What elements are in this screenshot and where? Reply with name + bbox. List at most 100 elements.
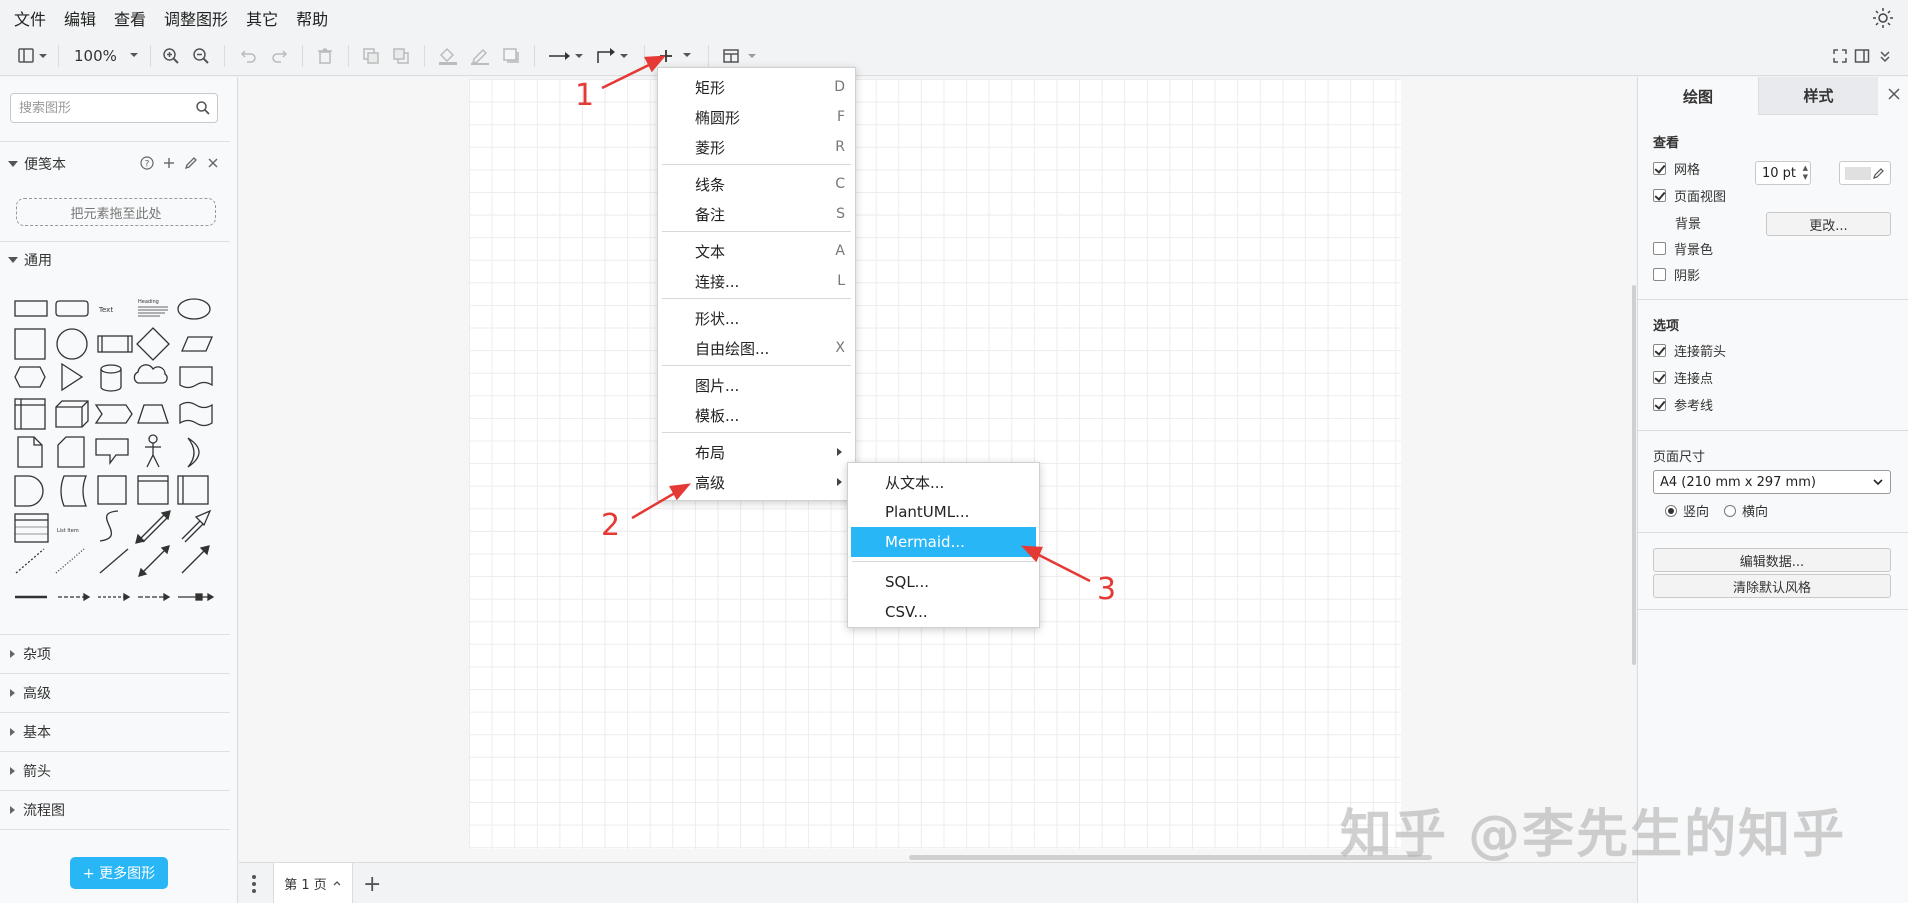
submenu-item-plantuml[interactable]: PlantUML... (848, 497, 1039, 527)
shape-window[interactable] (137, 475, 169, 505)
menu-extras[interactable]: 其它 (246, 6, 278, 30)
shape-list[interactable] (14, 513, 49, 543)
shape-internal-storage[interactable] (14, 398, 46, 430)
shape-process[interactable] (97, 335, 133, 353)
line-color-button[interactable] (470, 44, 490, 68)
menu-help[interactable]: 帮助 (296, 6, 328, 30)
shape-stored-data[interactable] (60, 475, 87, 507)
page-view-checkbox[interactable] (1653, 189, 1666, 202)
delete-button[interactable] (316, 44, 334, 68)
add-page-button[interactable]: + (363, 872, 381, 897)
grid-checkbox[interactable] (1653, 162, 1666, 175)
shape-tape[interactable] (179, 401, 213, 427)
guides-option[interactable]: 参考线 (1653, 395, 1713, 414)
connection-arrows-checkbox[interactable] (1653, 344, 1666, 357)
section-misc[interactable]: 杂项 (0, 639, 230, 669)
submenu-item-csv[interactable]: CSV... (848, 597, 1039, 627)
shape-document[interactable] (179, 366, 213, 389)
submenu-item-mermaid[interactable]: Mermaid... (851, 527, 1036, 557)
shape-association[interactable] (178, 592, 215, 602)
waypoints-button[interactable] (596, 44, 634, 68)
panel-toggle-button[interactable] (18, 44, 48, 68)
search-input[interactable] (11, 94, 187, 122)
undo-button[interactable] (240, 44, 258, 68)
section-flowchart[interactable]: 流程图 (0, 795, 230, 825)
fullscreen-button[interactable] (1832, 44, 1848, 68)
tab-diagram[interactable]: 绘图 (1638, 77, 1758, 115)
connection-points-checkbox[interactable] (1653, 371, 1666, 384)
zoom-out-button[interactable] (192, 44, 210, 68)
bg-color-checkbox[interactable] (1653, 242, 1666, 255)
shape-dashed-line[interactable] (15, 548, 45, 574)
shape-callout[interactable] (95, 438, 129, 465)
shape-cloud[interactable] (133, 364, 168, 384)
table-button[interactable] (722, 44, 762, 68)
bg-color-option[interactable]: 背景色 (1653, 239, 1713, 258)
shape-square[interactable] (14, 328, 46, 360)
shape-diamond[interactable] (136, 327, 170, 361)
menu-item-advanced[interactable]: 高级 (658, 467, 855, 497)
chevron-up-icon[interactable] (332, 879, 342, 887)
menu-item-line[interactable]: 线条 C (658, 169, 855, 199)
landscape-radio[interactable] (1724, 504, 1736, 517)
grid-option[interactable]: 网格 (1653, 159, 1700, 178)
menu-edit[interactable]: 编辑 (64, 6, 96, 30)
portrait-option[interactable]: 竖向 (1665, 501, 1709, 520)
shape-dashed-arrow[interactable] (98, 592, 131, 602)
shape-list-item[interactable]: List Item (57, 528, 79, 534)
shadow-checkbox[interactable] (1653, 268, 1666, 281)
tab-style[interactable]: 样式 (1758, 77, 1878, 115)
redo-button[interactable] (270, 44, 288, 68)
page-tab-1[interactable]: 第 1 页 (273, 863, 353, 903)
insert-button[interactable] (658, 44, 696, 68)
menu-item-image[interactable]: 图片... (658, 370, 855, 400)
shape-dotted-line[interactable] (55, 548, 85, 574)
page-view-option[interactable]: 页面视图 (1653, 186, 1726, 205)
shape-curve[interactable] (99, 510, 119, 542)
shape-ellipse[interactable] (177, 298, 211, 320)
menu-item-note[interactable]: 备注 S (658, 199, 855, 229)
edit-data-button[interactable]: 编辑数据... (1653, 548, 1891, 572)
grid-color-picker[interactable] (1839, 161, 1891, 185)
section-basic[interactable]: 基本 (0, 717, 230, 747)
menu-item-link[interactable]: 连接... L (658, 266, 855, 296)
shape-link-arrow[interactable] (58, 592, 91, 602)
change-background-button[interactable]: 更改... (1766, 212, 1891, 236)
menu-item-template[interactable]: 模板... (658, 400, 855, 430)
shape-cylinder[interactable] (100, 364, 122, 392)
sun-icon[interactable] (1872, 7, 1894, 29)
shape-actor[interactable] (145, 434, 161, 468)
menu-item-freehand[interactable]: 自由绘图... X (658, 333, 855, 363)
shape-side-panel[interactable] (177, 475, 209, 505)
submenu-item-sql[interactable]: SQL... (848, 567, 1039, 597)
section-advanced[interactable]: 高级 (0, 678, 230, 708)
connection-arrows-option[interactable]: 连接箭头 (1653, 341, 1726, 360)
to-back-button[interactable] (392, 44, 410, 68)
shape-text[interactable]: Text (98, 306, 113, 314)
shape-note[interactable] (17, 436, 43, 468)
shadow-option[interactable]: 阴影 (1653, 265, 1700, 284)
shape-card[interactable] (57, 436, 85, 468)
guides-checkbox[interactable] (1653, 398, 1666, 411)
to-front-button[interactable] (362, 44, 380, 68)
shape-trapezoid[interactable] (137, 404, 169, 424)
shape-step[interactable] (94, 404, 133, 424)
shape-bidirectional-arrow[interactable] (135, 510, 171, 544)
clear-default-style-button[interactable]: 清除默认风格 (1653, 574, 1891, 598)
edit-icon[interactable] (184, 156, 198, 170)
shape-rectangle[interactable] (14, 300, 48, 317)
menu-item-layout[interactable]: 布局 (658, 437, 855, 467)
menu-arrange[interactable]: 调整图形 (164, 6, 228, 30)
format-panel-button[interactable] (1854, 44, 1870, 68)
shape-arrow[interactable] (181, 509, 212, 543)
shape-triangle[interactable] (61, 362, 84, 392)
menu-view[interactable]: 查看 (114, 6, 146, 30)
connection-style-button[interactable] (548, 44, 586, 68)
collapse-button[interactable] (1878, 44, 1892, 68)
shape-hexagon[interactable] (14, 366, 46, 388)
more-shapes-button[interactable]: + 更多图形 (70, 857, 168, 889)
shape-cube[interactable] (55, 400, 89, 428)
shape-textbox[interactable]: Heading (138, 299, 168, 317)
fill-color-button[interactable] (438, 44, 458, 68)
landscape-option[interactable]: 横向 (1724, 501, 1768, 520)
